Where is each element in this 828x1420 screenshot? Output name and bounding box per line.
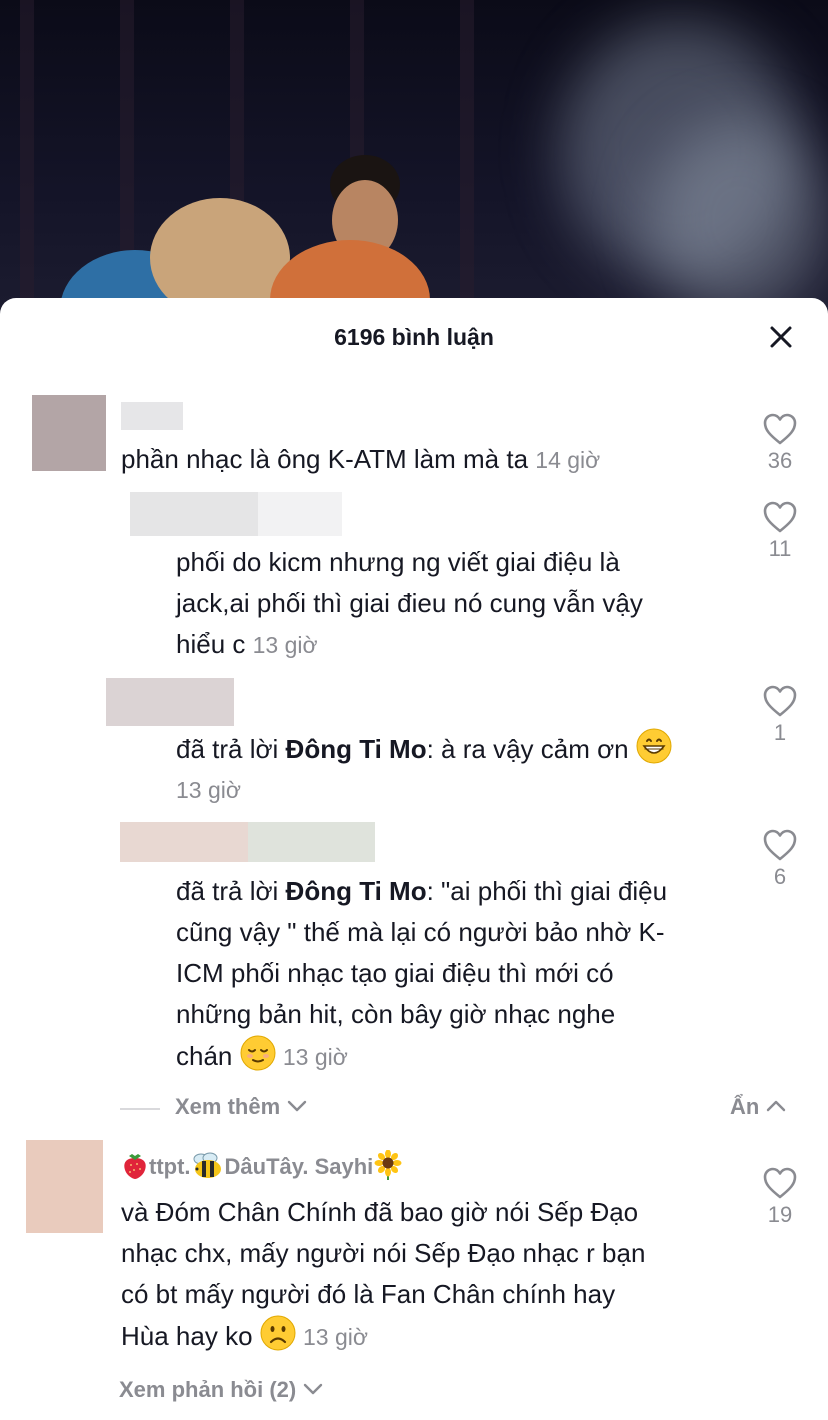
- mention-link[interactable]: Đông Ti Mo: [286, 734, 427, 764]
- relieved-face-icon: [240, 1035, 276, 1071]
- comment-count-title: 6196 bình luận: [334, 324, 494, 350]
- mention-link[interactable]: Đông Ti Mo: [286, 876, 427, 906]
- username-part: ttpt.: [149, 1154, 191, 1179]
- heart-outline-icon: [763, 829, 797, 861]
- username-redacted[interactable]: [120, 822, 248, 862]
- reply-text: đã trả lời Đông Ti Mo: à ra vậy cảm ơn 1…: [176, 728, 672, 811]
- comment-time: 13 giờ: [282, 1044, 348, 1070]
- like-button[interactable]: 36: [750, 412, 810, 474]
- comment-time: 13 giờ: [303, 1324, 368, 1350]
- view-replies-button[interactable]: Xem phản hồi (2): [119, 1377, 324, 1403]
- heart-outline-icon: [763, 413, 797, 445]
- like-button[interactable]: 11: [750, 500, 810, 562]
- comment-line: Hùa hay ko: [121, 1321, 253, 1351]
- username-redacted[interactable]: [248, 822, 375, 862]
- chevron-down-icon: [304, 1383, 323, 1395]
- username-redacted[interactable]: [121, 402, 183, 430]
- comment-line: và Đóm Chân Chính đã bao giờ nói Sếp Đạo: [121, 1197, 639, 1227]
- reply-prefix: đã trả lời: [176, 734, 286, 764]
- comments-sheet: 6196 bình luận phần nhạc là ông K-ATM là…: [0, 298, 828, 1420]
- like-count: 1: [773, 720, 787, 745]
- view-more-label: Xem thêm: [175, 1094, 281, 1119]
- sheet-header: 6196 bình luận: [0, 298, 828, 378]
- bee-icon: [193, 1152, 221, 1178]
- username-redacted[interactable]: [258, 492, 342, 536]
- comment-time: 13 giờ: [252, 632, 318, 658]
- heart-outline-icon: [763, 1167, 797, 1199]
- view-more-button[interactable]: Xem thêm: [175, 1094, 308, 1120]
- reply-line: : "ai phối thì giai điệu: [426, 876, 668, 906]
- avatar[interactable]: [26, 1140, 103, 1233]
- reply-line: hiểu c: [176, 629, 246, 659]
- comment-time: 14 giờ: [535, 447, 601, 473]
- strawberry-icon: [124, 1154, 146, 1179]
- curtain-stripe: [20, 0, 34, 320]
- close-icon: [770, 326, 792, 348]
- comment-time: 13 giờ: [176, 777, 241, 803]
- heart-outline-icon: [763, 685, 797, 717]
- like-button[interactable]: 1: [750, 684, 810, 746]
- slightly-frowning-face-icon: [260, 1315, 296, 1351]
- like-count: 11: [768, 536, 792, 561]
- video-background: [0, 0, 828, 320]
- close-button[interactable]: [768, 324, 794, 350]
- hide-replies-button[interactable]: Ẩn: [730, 1094, 787, 1120]
- reply-line: phối do kicm nhưng ng viết giai điệu là: [176, 547, 620, 577]
- chevron-down-icon: [288, 1100, 307, 1112]
- like-button[interactable]: 19: [750, 1166, 810, 1228]
- like-count: 6: [773, 864, 787, 889]
- view-replies-label: Xem phản hồi (2): [119, 1377, 297, 1402]
- like-button[interactable]: 6: [750, 828, 810, 890]
- heart-outline-icon: [763, 501, 797, 533]
- comment-body: phần nhạc là ông K-ATM làm mà ta: [121, 444, 529, 474]
- smoke: [650, 120, 828, 320]
- divider: [120, 1108, 160, 1110]
- reply-line: chán: [176, 1041, 233, 1071]
- curtain-stripe: [460, 0, 474, 320]
- reply-line: cũng vậy " thế mà lại có người bảo nhờ K…: [176, 917, 665, 947]
- hide-label: Ẩn: [730, 1094, 760, 1119]
- reply-line: những bản hit, còn bây giờ nhạc nghe: [176, 999, 616, 1029]
- avatar[interactable]: [32, 395, 106, 471]
- reply-line: jack,ai phối thì giai điеu nó cung vẫn v…: [176, 588, 643, 618]
- username-redacted[interactable]: [106, 678, 234, 726]
- like-count: 36: [767, 448, 793, 473]
- grinning-face-icon: [636, 728, 672, 764]
- comment-line: nhạc chx, mấy người nói Sếp Đạo nhạc r b…: [121, 1238, 646, 1268]
- username-part: DâuTây. Sayhi: [224, 1154, 374, 1179]
- username-redacted[interactable]: [130, 492, 258, 536]
- reply-prefix: đã trả lời: [176, 876, 286, 906]
- sunflower-icon: [374, 1150, 402, 1180]
- reply-line: ICM phối nhạc tạo giai điệu thì mới có: [176, 958, 614, 988]
- comment-line: có bt mấy người đó là Fan Chân chính hay: [121, 1279, 616, 1309]
- comment-text: và Đóm Chân Chính đã bao giờ nói Sếp Đạo…: [121, 1192, 645, 1358]
- comment-text: phần nhạc là ông K-ATM làm mà ta 14 giờ: [121, 439, 600, 481]
- comment-username[interactable]: ttpt. DâuTây. Sayhi: [121, 1150, 403, 1180]
- reply-body: : à ra vậy cảm ơn: [426, 734, 629, 764]
- reply-text: đã trả lời Đông Ti Mo: "ai phối thì giai…: [176, 871, 667, 1078]
- chevron-up-icon: [767, 1100, 786, 1112]
- like-count: 19: [767, 1202, 793, 1227]
- reply-text: phối do kicm nhưng ng viết giai điệu là …: [176, 542, 643, 666]
